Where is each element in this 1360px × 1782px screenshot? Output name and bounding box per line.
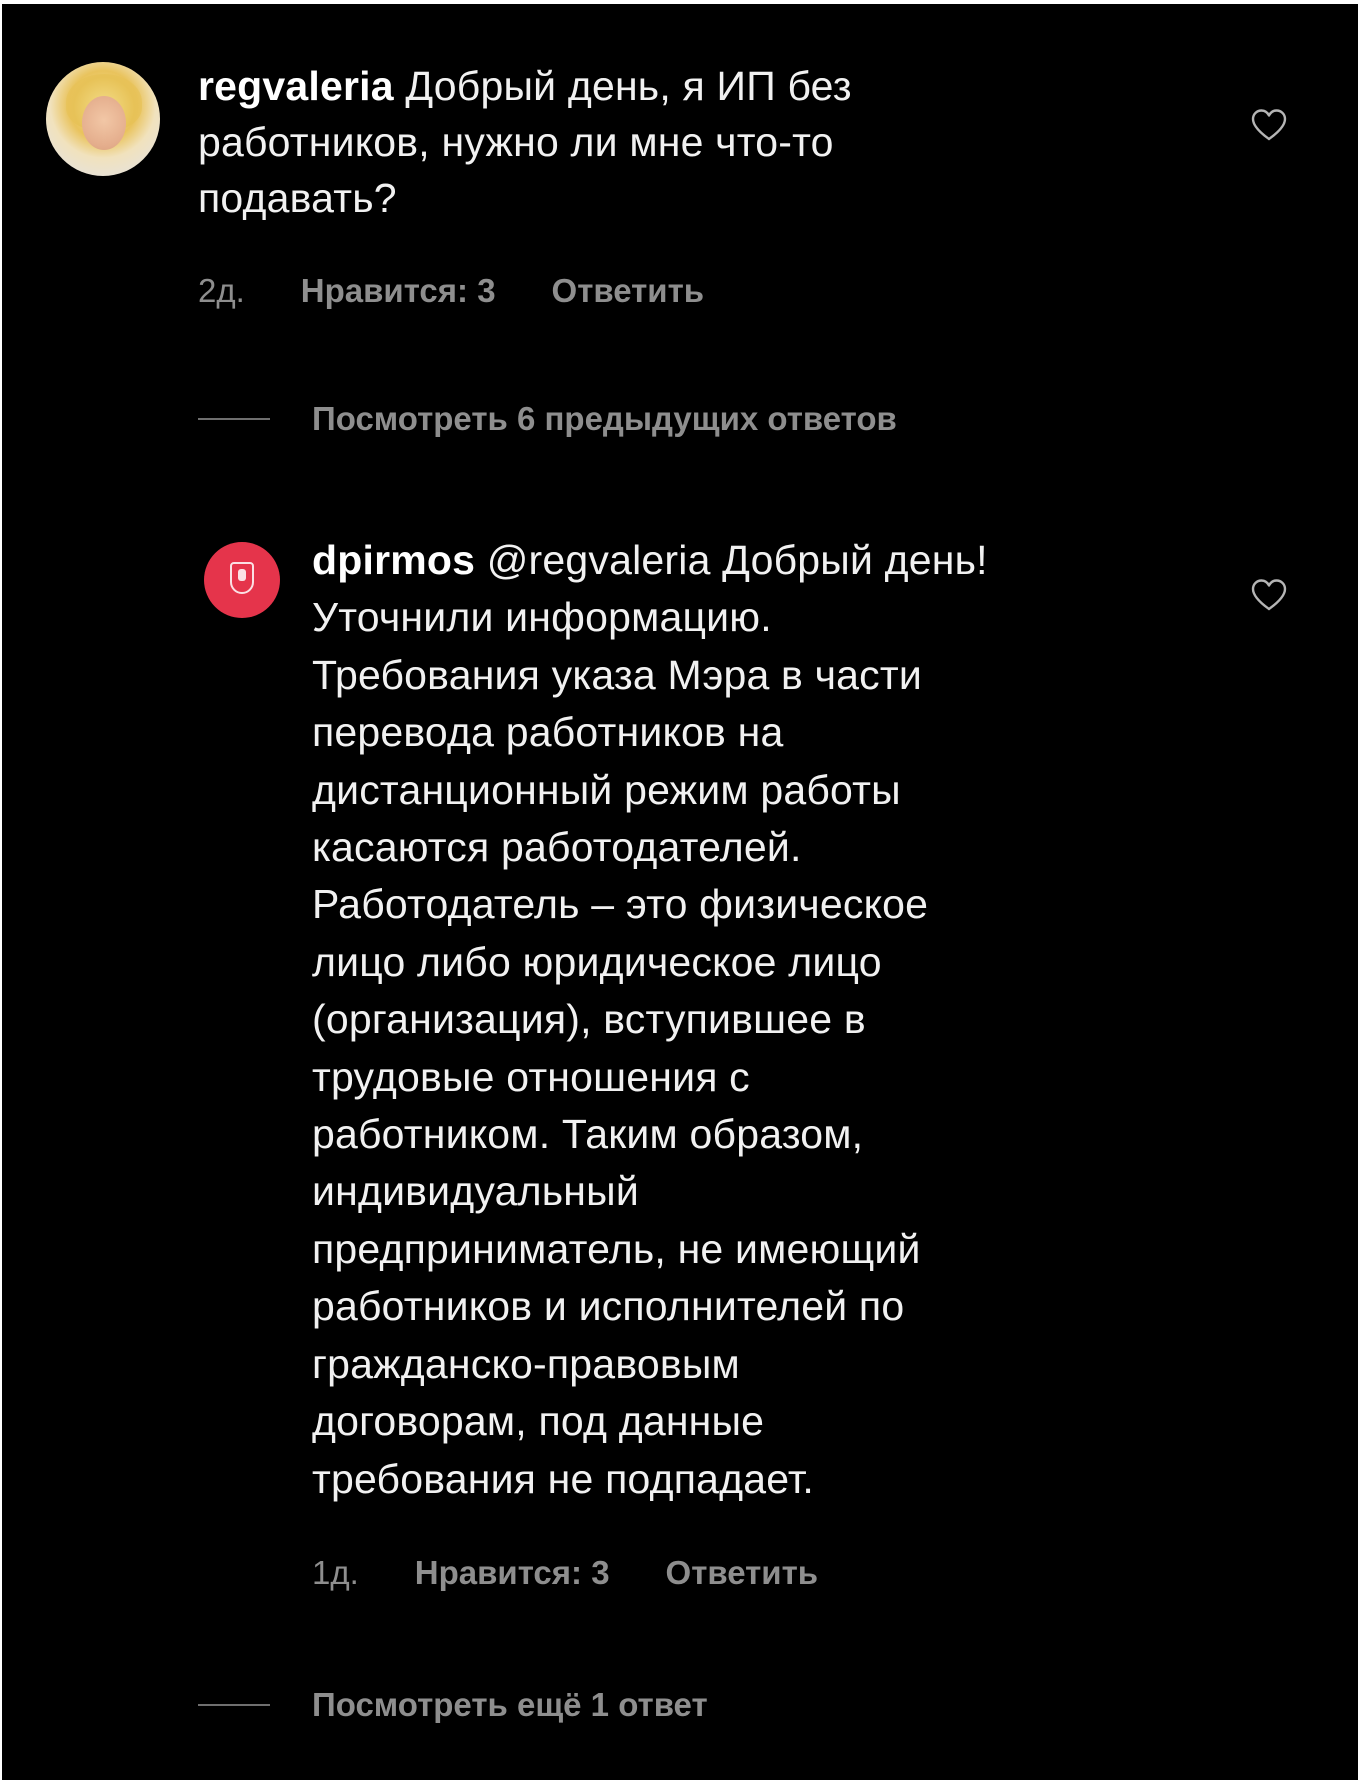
reply-button[interactable]: Ответить <box>552 272 705 309</box>
reply-button[interactable]: Ответить <box>666 1554 819 1591</box>
comment-text-line: предприниматель, не имеющий <box>312 1225 921 1272</box>
comment-text-line: перевода работников на <box>312 709 784 756</box>
comment-text: regvaleria Добрый день, я ИП без работни… <box>198 58 852 226</box>
avatar-face <box>82 96 126 150</box>
comment-text-line: индивидуальный <box>312 1168 639 1215</box>
comment-age: 2д. <box>198 272 245 309</box>
comment-line: dpirmos @regvaleria Добрый день! <box>312 532 988 589</box>
divider <box>198 1704 270 1706</box>
view-previous-label: Посмотреть 6 предыдущих ответов <box>312 400 897 437</box>
comment-text: dpirmos @regvaleria Добрый день! Уточнил… <box>312 532 988 1508</box>
moscow-emblem-icon <box>230 562 254 594</box>
view-previous-replies-button[interactable]: Посмотреть 6 предыдущих ответов <box>198 400 897 438</box>
avatar[interactable] <box>204 542 280 618</box>
comment-line: regvaleria Добрый день, я ИП без <box>198 58 852 114</box>
heart-outline-icon[interactable] <box>1250 578 1288 612</box>
comment-text-line: подавать? <box>198 175 397 221</box>
heart-outline-icon[interactable] <box>1250 108 1288 142</box>
comment-text-line: трудовые отношения с <box>312 1053 750 1100</box>
comment-text-line: работников и исполнителей по <box>312 1283 905 1330</box>
comment-text-line: работником. Таким образом, <box>312 1111 864 1158</box>
comment-meta: 2д. Нравится: 3 Ответить <box>198 272 760 310</box>
comment-text-line: Уточнили информацию. <box>312 594 772 641</box>
avatar[interactable] <box>46 62 160 176</box>
comment-text-line: работников, нужно ли мне что-то <box>198 119 834 165</box>
comment-age: 1д. <box>312 1554 359 1591</box>
comment-text-line: (организация), вступившее в <box>312 996 866 1043</box>
divider <box>198 418 270 420</box>
comment-text-line: Работодатель – это физическое <box>312 881 929 928</box>
comment-text-line: @regvaleria Добрый день! <box>486 537 988 583</box>
comment-username[interactable]: regvaleria <box>198 63 394 109</box>
comment-text-line: касаются работодателей. <box>312 824 802 871</box>
likes-count-button[interactable]: Нравится: 3 <box>415 1554 610 1591</box>
comments-screen: regvaleria Добрый день, я ИП без работни… <box>2 4 1358 1780</box>
view-more-replies-button[interactable]: Посмотреть ещё 1 ответ <box>198 1686 708 1724</box>
comment-text-line: Требования указа Мэра в части <box>312 651 922 698</box>
comment-username[interactable]: dpirmos <box>312 537 475 583</box>
comment-text-line: Добрый день, я ИП без <box>405 63 852 109</box>
comment-text-line: договорам, под данные <box>312 1398 765 1445</box>
comment-text-line: дистанционный режим работы <box>312 766 901 813</box>
comment-text-line: гражданско-правовым <box>312 1340 740 1387</box>
comment-meta: 1д. Нравится: 3 Ответить <box>312 1554 874 1592</box>
comment-text-line: требования не подпадает. <box>312 1455 814 1502</box>
comment-text-line: лицо либо юридическое лицо <box>312 938 882 985</box>
view-more-label: Посмотреть ещё 1 ответ <box>312 1686 708 1723</box>
likes-count-button[interactable]: Нравится: 3 <box>301 272 496 309</box>
